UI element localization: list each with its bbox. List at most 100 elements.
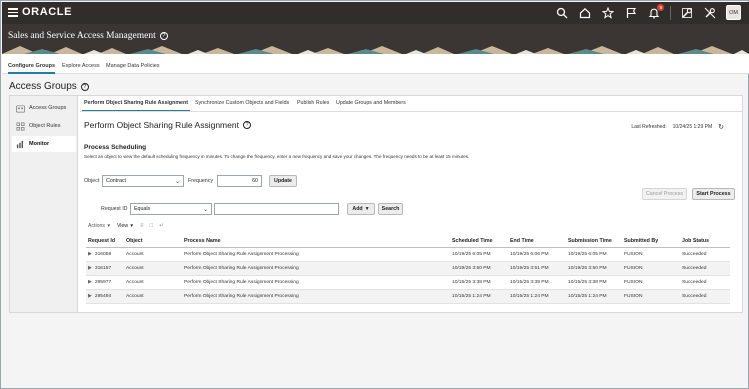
col-job-status[interactable]: Job Status xyxy=(680,236,730,248)
last-refreshed-label: Last Refreshed: xyxy=(631,124,667,130)
cell-request-id[interactable]: ▶ 316157 xyxy=(86,261,124,276)
col-scheduled-time[interactable]: Scheduled Time xyxy=(450,236,508,248)
actions-label: Actions xyxy=(88,222,106,229)
banner-pattern xyxy=(2,46,749,54)
wrap-icon[interactable]: ↵ xyxy=(159,222,164,229)
subtab-synchronize-custom[interactable]: Synchronize Custom Objects and Fields xyxy=(195,100,289,106)
cell-process-name: Perform Object Sharing Rule Assignment P… xyxy=(182,289,450,304)
cell-submission-time: 10/19/25 6:05 PM xyxy=(566,247,622,262)
view-menu[interactable]: View ▼ xyxy=(117,223,134,229)
expand-row-icon[interactable]: ▶ xyxy=(88,293,92,299)
cell-end-time: 10/15/25 1:24 PM xyxy=(508,289,566,304)
request-id-input[interactable] xyxy=(214,203,339,215)
cell-end-time: 10/19/25 3:51 PM xyxy=(508,261,566,276)
col-request-id[interactable]: Request Id xyxy=(86,236,124,248)
cell-submitted-by: FUSION xyxy=(622,247,680,262)
search-icon[interactable] xyxy=(555,6,569,20)
cell-scheduled-time: 10/19/25 3:50 PM xyxy=(450,261,508,276)
user-avatar[interactable]: OM xyxy=(726,5,741,20)
page-title: Access Groups xyxy=(9,81,77,92)
tab-configure-groups[interactable]: Configure Groups xyxy=(8,63,56,74)
star-icon[interactable] xyxy=(601,6,615,20)
caret-down-icon: ▼ xyxy=(106,222,111,228)
cell-request-id[interactable]: ▶ 295494 xyxy=(86,289,124,304)
help-icon[interactable]: ? xyxy=(159,32,168,40)
sidenav-item-monitor[interactable]: Monitor xyxy=(12,136,76,152)
cell-request-id[interactable]: ▶ 295977 xyxy=(86,275,124,290)
frequency-value: 60 xyxy=(252,178,258,184)
refresh-icon[interactable]: ↻ xyxy=(718,123,724,131)
banner-title-group: Sales and Service Access Management ? xyxy=(8,31,168,41)
home-icon[interactable] xyxy=(578,6,592,20)
tools-icon[interactable] xyxy=(680,6,694,20)
subtab-publish-rules[interactable]: Publish Rules xyxy=(297,100,329,106)
table-row[interactable]: ▶ 316157 Account Perform Object Sharing R… xyxy=(86,261,730,276)
cell-object: Account xyxy=(124,261,182,276)
bell-icon[interactable]: 9 xyxy=(647,3,664,20)
sidenav-item-object-rules[interactable]: Object Rules xyxy=(12,118,76,134)
freeze-icon[interactable]: ≡ xyxy=(140,223,144,229)
cell-object: Account xyxy=(124,289,182,304)
object-select[interactable]: Contract ⌄ xyxy=(102,175,184,187)
request-id-value: 316058 xyxy=(94,252,112,257)
chevron-down-icon: ⌄ xyxy=(202,207,208,213)
page-title-group: Access Groups ? xyxy=(9,81,89,92)
monitor-chart-icon xyxy=(16,140,24,148)
frequency-input[interactable]: 60 xyxy=(217,175,262,187)
col-submitted-by[interactable]: Submitted By xyxy=(622,236,680,248)
top-tabs: Configure Groups Explore Access Manage D… xyxy=(2,54,749,74)
frequency-label: Frequency xyxy=(188,178,214,184)
section-title-group: Perform Object Sharing Rule Assignment ? xyxy=(84,120,251,130)
cell-scheduled-time: 10/19/25 6:05 PM xyxy=(450,247,508,262)
cell-request-id[interactable]: ▶ 316058 xyxy=(86,247,124,262)
cell-object: Account xyxy=(124,247,182,262)
operator-select[interactable]: Equals ⌄ xyxy=(130,203,212,215)
cell-process-name: Perform Object Sharing Rule Assignment P… xyxy=(182,247,450,262)
col-end-time[interactable]: End Time xyxy=(508,236,566,248)
table-row[interactable]: ▶ 295494 Account Perform Object Sharing R… xyxy=(86,289,730,304)
update-button[interactable]: Update xyxy=(269,175,297,187)
help-icon[interactable]: ? xyxy=(242,121,251,129)
cell-scheduled-time: 10/15/25 1:24 PM xyxy=(450,289,508,304)
cell-job-status: Succeeded xyxy=(680,247,730,262)
subtab-update-groups[interactable]: Update Groups and Members xyxy=(336,100,406,106)
tab-manage-data-policies[interactable]: Manage Data Policies xyxy=(106,63,160,69)
header-divider xyxy=(670,5,671,20)
add-button[interactable]: Add ▼ xyxy=(347,203,375,215)
requests-table: Request Id Object Process Name Scheduled… xyxy=(86,236,730,304)
search-button[interactable]: Search xyxy=(378,203,403,215)
add-button-label: Add xyxy=(352,206,363,212)
help-icon[interactable]: ? xyxy=(80,82,89,91)
col-submission-time[interactable]: Submission Time xyxy=(566,236,622,248)
cell-end-time: 10/19/25 6:06 PM xyxy=(508,247,566,262)
request-id-value: 316157 xyxy=(94,266,112,271)
last-refreshed: Last Refreshed: 10/24/25 1:29 PM ↻ xyxy=(631,123,724,131)
table-row[interactable]: ▶ 316058 Account Perform Object Sharing R… xyxy=(86,247,730,262)
flag-icon[interactable] xyxy=(624,6,638,20)
cancel-process-button[interactable]: Cancel Process xyxy=(642,188,687,200)
expand-row-icon[interactable]: ▶ xyxy=(88,279,92,285)
no-tools-icon[interactable] xyxy=(703,6,717,20)
cell-submission-time: 10/15/25 1:24 PM xyxy=(566,289,622,304)
table-toolbar: Actions ▼ View ▼ ≡ □ ↵ xyxy=(88,222,164,230)
actions-menu[interactable]: Actions ▼ xyxy=(88,223,111,229)
col-object[interactable]: Object xyxy=(124,236,182,248)
global-icons: 9 OM xyxy=(555,3,741,20)
tab-explore-access[interactable]: Explore Access xyxy=(62,63,100,69)
cell-object: Account xyxy=(124,275,182,290)
sidenav-item-access-groups[interactable]: Access Groups xyxy=(12,100,76,116)
expand-row-icon[interactable]: ▶ xyxy=(88,265,92,271)
menu-icon[interactable] xyxy=(8,8,18,17)
request-id-value: 295977 xyxy=(94,280,112,285)
subtab-perform-object-sharing[interactable]: Perform Object Sharing Rule Assignment xyxy=(82,100,190,111)
table-row[interactable]: ▶ 295977 Account Perform Object Sharing R… xyxy=(86,275,730,290)
view-label: View xyxy=(116,222,129,229)
start-process-button[interactable]: Start Process xyxy=(692,188,735,200)
oracle-logo[interactable]: ORACLE xyxy=(22,6,72,18)
cell-submitted-by: FUSION xyxy=(622,289,680,304)
detach-icon[interactable]: □ xyxy=(150,223,154,229)
app-window: ORACLE 9 OM Sales and Service Access Man… xyxy=(0,0,749,389)
table-header-row: Request Id Object Process Name Scheduled… xyxy=(86,236,730,248)
col-process-name[interactable]: Process Name xyxy=(182,236,450,248)
expand-row-icon[interactable]: ▶ xyxy=(88,251,92,257)
